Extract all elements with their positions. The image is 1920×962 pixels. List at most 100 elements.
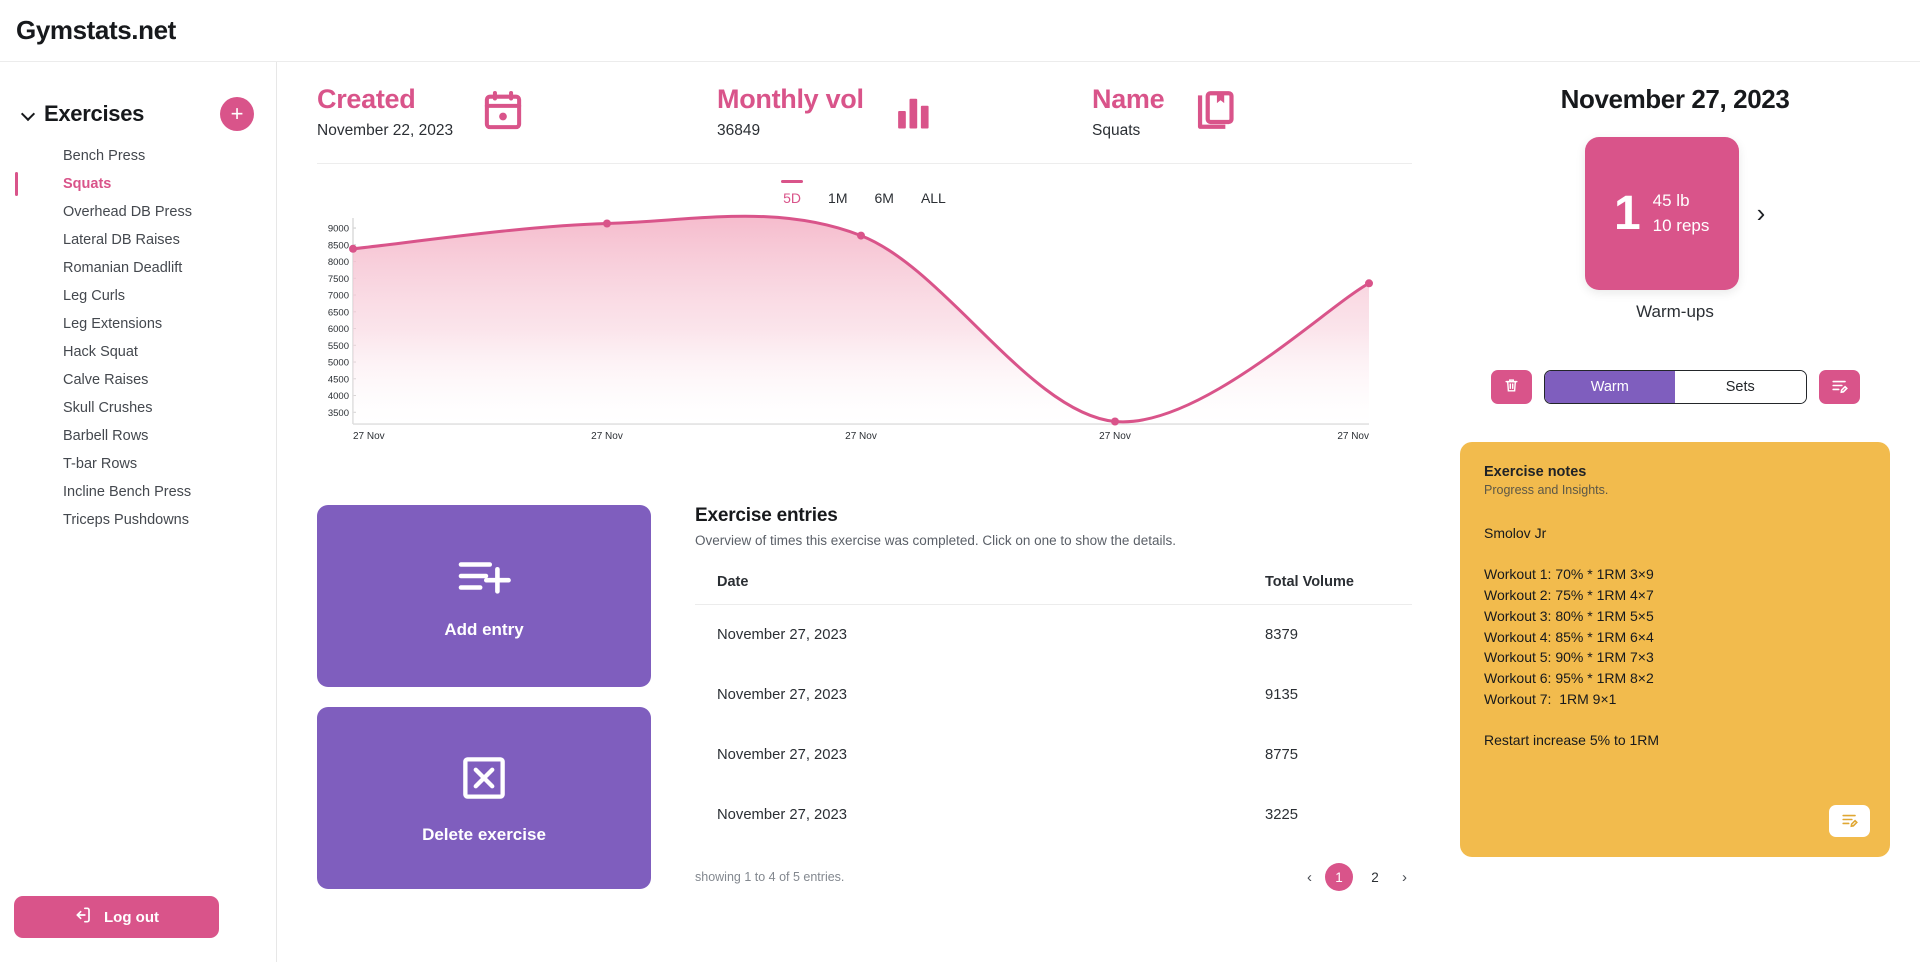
chart-range-selector: 5D 1M 6M ALL <box>317 174 1412 206</box>
edit-set-button[interactable] <box>1818 370 1860 404</box>
x-axis-tick-label: 27 Nov <box>591 431 623 442</box>
table-body: November 27, 2023 8379 November 27, 2023 91… <box>695 605 1412 846</box>
exercise-notes-panel: Exercise notes Progress and Insights. Sm… <box>1460 442 1890 857</box>
center-column: Created November 22, 2023 Monthly vol 36… <box>277 62 1440 962</box>
table-footer: showing 1 to 4 of 5 entries. ‹ 1 2 › <box>695 863 1412 891</box>
set-carousel: 1 45 lb 10 reps › <box>1460 137 1890 290</box>
add-exercise-button[interactable]: + <box>220 97 254 131</box>
set-weight: 45 lb <box>1652 190 1690 210</box>
top-bar: Gymstats.net <box>0 0 1920 62</box>
logout-label: Log out <box>104 908 159 926</box>
sidebar-header: Exercises + <box>0 96 276 132</box>
exercise-list: Bench Press Squats Overhead DB Press Latera… <box>0 142 276 534</box>
detail-date: November 27, 2023 <box>1560 84 1790 114</box>
set-controls: Warm Sets <box>1460 370 1890 404</box>
chart-range-5d[interactable]: 5D <box>783 180 801 206</box>
table-row[interactable]: November 27, 2023 8379 <box>695 605 1412 666</box>
cell-date: November 27, 2023 <box>717 687 847 703</box>
chevron-down-icon[interactable] <box>22 107 36 121</box>
sidebar-item-overhead-db-press[interactable]: Overhead DB Press <box>0 198 276 226</box>
edit-notes-button[interactable] <box>1829 805 1870 837</box>
stat-card-created: Created November 22, 2023 <box>317 84 717 140</box>
cell-volume: 8775 <box>1265 747 1298 763</box>
sidebar-item-incline-bench-press[interactable]: Incline Bench Press <box>0 478 276 506</box>
chart-data-point[interactable] <box>1365 279 1373 288</box>
add-entry-button[interactable]: Add entry <box>317 505 651 687</box>
sidebar-item-calve-raises[interactable]: Calve Raises <box>0 366 276 394</box>
exercise-entries-panel: Exercise entries Overview of times this … <box>695 505 1412 891</box>
y-axis-tick-label: 9000 <box>328 224 349 235</box>
list-plus-icon <box>454 553 514 604</box>
chart-range-1m[interactable]: 1M <box>828 180 847 206</box>
y-axis-tick-label: 5500 <box>328 341 349 352</box>
chart-canvas: 3500 4000 4500 5000 5500 6000 6500 7000 7500 8000… <box>317 210 1412 475</box>
chevron-right-icon[interactable]: › <box>1397 869 1412 886</box>
sidebar-item-leg-curls[interactable]: Leg Curls <box>0 282 276 310</box>
y-axis-tick-label: 8000 <box>328 257 349 268</box>
sidebar-item-t-bar-rows[interactable]: T-bar Rows <box>0 450 276 478</box>
chevron-right-icon[interactable]: › <box>1757 198 1766 229</box>
y-axis-tick-label: 4000 <box>328 391 349 402</box>
logout-icon <box>74 905 94 929</box>
delete-exercise-button[interactable]: Delete exercise <box>317 707 651 889</box>
notes-title: Exercise notes <box>1484 464 1587 480</box>
set-number: 1 <box>1613 186 1641 240</box>
sidebar-item-hack-squat[interactable]: Hack Squat <box>0 338 276 366</box>
cell-volume: 9135 <box>1265 687 1298 703</box>
delete-set-button[interactable] <box>1490 370 1532 404</box>
chevron-left-icon[interactable]: ‹ <box>1302 869 1317 886</box>
entries-title: Exercise entries <box>695 505 838 526</box>
entries-table: Date Total Volume November 27, 2023 8379 N… <box>695 568 1412 845</box>
chart-range-all[interactable]: ALL <box>921 180 946 206</box>
notes-body: Smolov Jr Workout 1: 70% * 1RM 3×9 Worko… <box>1484 525 1660 749</box>
y-axis-tick-label: 6500 <box>328 307 349 318</box>
delete-exercise-label: Delete exercise <box>422 824 546 844</box>
stat-cards: Created November 22, 2023 Monthly vol 36… <box>317 84 1412 164</box>
stat-value: Squats <box>1092 121 1141 139</box>
stat-value: 36849 <box>717 121 761 139</box>
cell-date: November 27, 2023 <box>717 807 847 823</box>
logout-button[interactable]: Log out <box>14 896 219 938</box>
cell-date: November 27, 2023 <box>717 627 847 643</box>
volume-chart: 5D 1M 6M ALL 3500 4000 4500 5000 5500 6000 6500 70… <box>317 164 1412 475</box>
cell-date: November 27, 2023 <box>717 747 847 763</box>
cell-volume: 3225 <box>1265 807 1298 823</box>
set-type-toggle: Warm Sets <box>1543 370 1807 404</box>
chart-data-point[interactable] <box>603 219 611 228</box>
sidebar-item-triceps-pushdowns[interactable]: Triceps Pushdowns <box>0 506 276 534</box>
y-axis-tick-label: 6000 <box>328 324 349 335</box>
brand-title: Gymstats.net <box>16 15 176 45</box>
page-button-1[interactable]: 1 <box>1325 863 1353 891</box>
x-axis-tick-label: 27 Nov <box>1099 431 1131 442</box>
set-details: 45 lb 10 reps <box>1653 189 1710 238</box>
x-box-icon <box>458 752 510 809</box>
set-type-label: Warm-ups <box>1636 302 1714 321</box>
page-button-2[interactable]: 2 <box>1361 863 1389 891</box>
y-axis-tick-label: 7500 <box>328 274 349 285</box>
x-axis-tick-label: 27 Nov <box>1337 431 1369 442</box>
stat-label: Name <box>1092 84 1165 114</box>
stat-label: Monthly vol <box>717 84 864 114</box>
sidebar-item-barbell-rows[interactable]: Barbell Rows <box>0 422 276 450</box>
chart-data-point[interactable] <box>349 244 357 253</box>
chart-data-point[interactable] <box>857 231 865 240</box>
x-axis-tick-label: 27 Nov <box>845 431 877 442</box>
y-axis-tick-label: 3500 <box>328 408 349 419</box>
sidebar-item-leg-extensions[interactable]: Leg Extensions <box>0 310 276 338</box>
tab-warm[interactable]: Warm <box>1544 371 1675 403</box>
tab-sets[interactable]: Sets <box>1675 371 1806 403</box>
chart-range-6m[interactable]: 6M <box>874 180 893 206</box>
sidebar-item-skull-crushes[interactable]: Skull Crushes <box>0 394 276 422</box>
table-row[interactable]: November 27, 2023 3225 <box>695 785 1412 845</box>
table-row[interactable]: November 27, 2023 9135 <box>695 665 1412 725</box>
table-row[interactable]: November 27, 2023 8775 <box>695 725 1412 785</box>
sidebar-item-lateral-db-raises[interactable]: Lateral DB Raises <box>0 226 276 254</box>
column-header-date: Date <box>695 568 866 605</box>
chart-data-point[interactable] <box>1111 417 1119 426</box>
set-card[interactable]: 1 45 lb 10 reps <box>1584 137 1739 290</box>
app-root: Gymstats.net Exercises + Bench Press Squa… <box>0 0 1920 962</box>
sidebar-item-romanian-deadlift[interactable]: Romanian Deadlift <box>0 254 276 282</box>
sidebar-item-bench-press[interactable]: Bench Press <box>0 142 276 170</box>
sidebar-item-squats[interactable]: Squats <box>0 170 276 198</box>
chart-svg: 3500 4000 4500 5000 5500 6000 6500 7000 7500 8000… <box>328 214 1373 442</box>
